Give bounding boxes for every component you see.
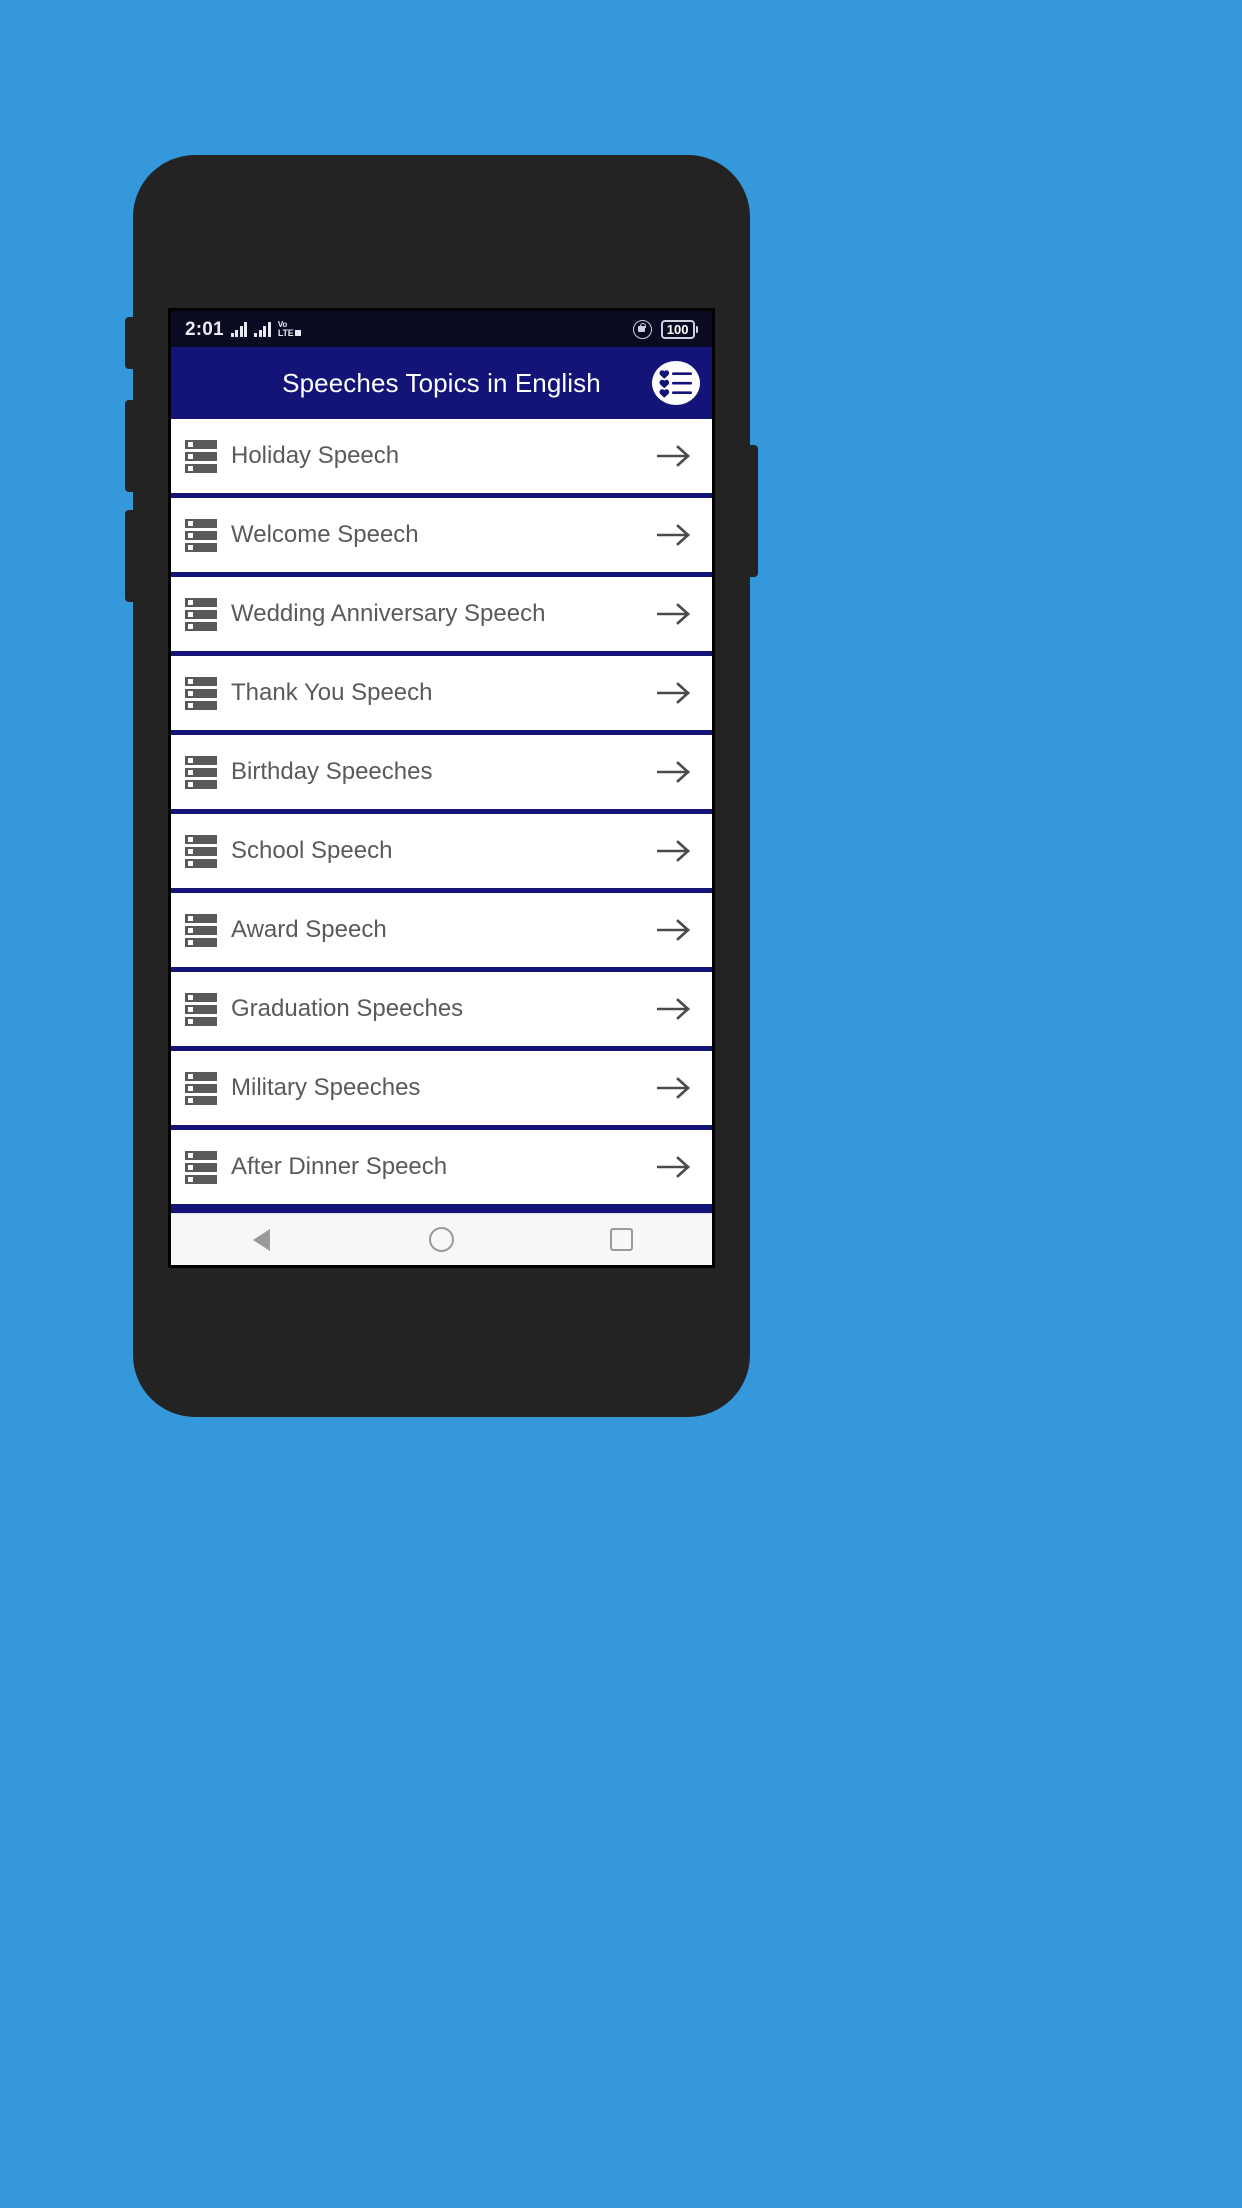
list-bars-icon bbox=[185, 518, 217, 552]
recents-square-icon[interactable] bbox=[587, 1214, 657, 1266]
arrow-right-icon[interactable] bbox=[654, 522, 694, 548]
status-bar: 2:01 Vo LTE 100 bbox=[171, 311, 712, 347]
arrow-right-icon[interactable] bbox=[654, 1154, 694, 1180]
app-bar: Speeches Topics in English bbox=[171, 347, 712, 419]
list-item[interactable]: Holiday Speech bbox=[171, 419, 712, 493]
list-item-label: Wedding Anniversary Speech bbox=[231, 600, 546, 628]
list-bars-icon bbox=[185, 1071, 217, 1105]
list-item[interactable]: School Speech bbox=[171, 814, 712, 888]
status-time: 2:01 bbox=[185, 318, 224, 340]
arrow-right-icon[interactable] bbox=[654, 917, 694, 943]
arrow-right-icon[interactable] bbox=[654, 680, 694, 706]
signal-bars-icon bbox=[230, 321, 248, 337]
favorites-list-icon[interactable] bbox=[652, 361, 700, 405]
topic-list[interactable]: Holiday Speech Welcome Speech Wedding Anni… bbox=[171, 419, 712, 1265]
list-item-label: After Dinner Speech bbox=[231, 1153, 448, 1181]
phone-screen: 2:01 Vo LTE 100 Speeches Topics in Engli… bbox=[168, 308, 715, 1268]
list-item[interactable]: Welcome Speech bbox=[171, 498, 712, 572]
status-bar-left: 2:01 Vo LTE bbox=[185, 320, 301, 339]
page-title: Speeches Topics in English bbox=[282, 367, 601, 398]
list-item-label: Military Speeches bbox=[231, 1074, 421, 1102]
volume-down-button[interactable] bbox=[125, 400, 135, 492]
list-item-label: School Speech bbox=[231, 837, 393, 865]
list-item-label: Thank You Speech bbox=[231, 679, 433, 707]
arrow-right-icon[interactable] bbox=[654, 838, 694, 864]
android-nav-bar bbox=[171, 1213, 712, 1265]
back-triangle-icon[interactable] bbox=[226, 1214, 296, 1266]
list-bars-icon bbox=[185, 913, 217, 947]
list-item-label: Birthday Speeches bbox=[231, 758, 433, 786]
list-item[interactable]: Graduation Speeches bbox=[171, 972, 712, 1046]
list-bars-icon bbox=[185, 992, 217, 1026]
arrow-right-icon[interactable] bbox=[654, 1075, 694, 1101]
list-item-label: Holiday Speech bbox=[231, 442, 400, 470]
list-bars-icon bbox=[185, 755, 217, 789]
signal-bars-secondary-icon bbox=[254, 321, 271, 337]
phone-device-frame: 2:01 Vo LTE 100 Speeches Topics in Engli… bbox=[125, 155, 758, 1417]
arrow-right-icon[interactable] bbox=[654, 759, 694, 785]
list-item[interactable]: Award Speech bbox=[171, 893, 712, 967]
list-item[interactable]: Wedding Anniversary Speech bbox=[171, 577, 712, 651]
status-bar-right: 100 bbox=[632, 319, 698, 339]
side-button-right[interactable] bbox=[748, 445, 758, 577]
battery-cap bbox=[695, 325, 698, 333]
battery-icon: 100 bbox=[660, 319, 698, 339]
list-bars-icon bbox=[185, 1150, 217, 1184]
list-item[interactable]: After Dinner Speech bbox=[171, 1130, 712, 1204]
list-item-label: Award Speech bbox=[231, 916, 387, 944]
rotation-lock-icon bbox=[632, 319, 652, 339]
list-item[interactable]: Military Speeches bbox=[171, 1051, 712, 1125]
volte-icon: Vo LTE bbox=[278, 321, 301, 337]
power-button[interactable] bbox=[125, 510, 135, 602]
list-bars-icon bbox=[185, 597, 217, 631]
battery-level-label: 100 bbox=[660, 319, 695, 339]
list-bars-icon bbox=[185, 676, 217, 710]
list-bars-icon bbox=[185, 439, 217, 473]
list-item-label: Graduation Speeches bbox=[231, 995, 464, 1023]
list-item[interactable]: Thank You Speech bbox=[171, 656, 712, 730]
list-bars-icon bbox=[185, 834, 217, 868]
arrow-right-icon[interactable] bbox=[654, 601, 694, 627]
home-circle-icon[interactable] bbox=[406, 1214, 476, 1266]
arrow-right-icon[interactable] bbox=[654, 443, 694, 469]
volte-label-bottom: LTE bbox=[277, 327, 294, 338]
list-item[interactable]: Birthday Speeches bbox=[171, 735, 712, 809]
volume-up-button[interactable] bbox=[125, 317, 135, 369]
list-item-label: Welcome Speech bbox=[231, 521, 419, 549]
arrow-right-icon[interactable] bbox=[654, 996, 694, 1022]
